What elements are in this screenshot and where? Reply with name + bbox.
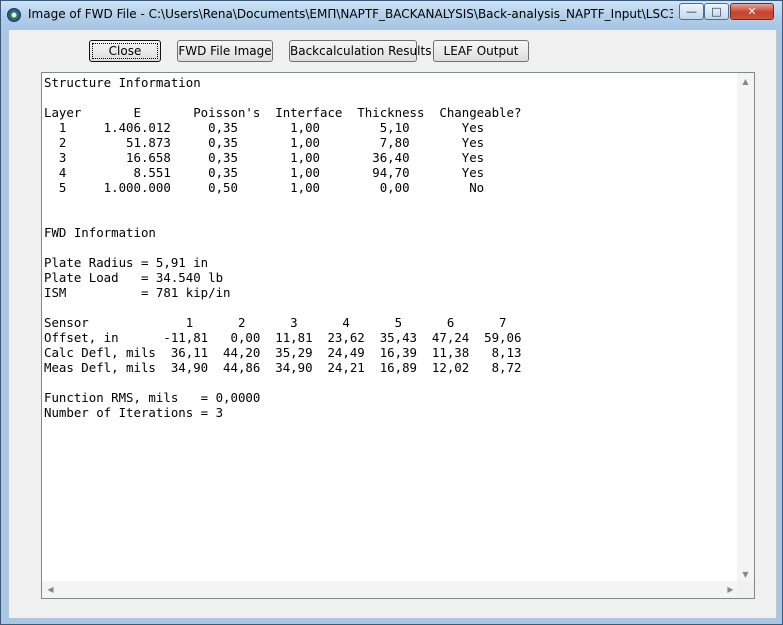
calc-defl-row: Calc Defl, mils 36,11 44,20 35,29 24,49 … (44, 345, 522, 360)
title-bar[interactable]: Image of FWD File - C:\Users\Rena\Docume… (1, 1, 782, 29)
scroll-up-icon[interactable]: ▲ (737, 77, 754, 86)
layer-header-row: Layer E Poisson's Interface Thickness Ch… (44, 105, 522, 120)
ism-line: ISM = 781 kip/in (44, 285, 231, 300)
layer-row: 2 51.873 0,35 1,00 7,80 Yes (44, 135, 485, 150)
meas-defl-row: Meas Defl, mils 34,90 44,86 34,90 24,21 … (44, 360, 522, 375)
backcalculation-results-button[interactable]: Backcalculation Results (289, 40, 431, 62)
scroll-left-icon[interactable]: ◀ (42, 585, 59, 594)
app-icon (7, 8, 21, 22)
sensor-row: Sensor 1 2 3 4 5 6 7 (44, 315, 507, 330)
fwd-heading: FWD Information (44, 225, 156, 240)
vertical-scrollbar[interactable]: ▲ ▼ (737, 73, 754, 583)
report-text-area[interactable]: Structure Information Layer E Poisson's … (41, 72, 755, 599)
fwd-image-window: Image of FWD File - C:\Users\Rena\Docume… (0, 0, 783, 625)
layer-row: 5 1.000.000 0,50 1,00 0,00 No (44, 180, 485, 195)
maximize-button[interactable]: □ (704, 3, 729, 20)
horizontal-scrollbar[interactable]: ◀ ▶ (42, 581, 739, 598)
structure-heading: Structure Information (44, 75, 201, 90)
close-button[interactable]: Close (89, 40, 161, 62)
window-bottom-frame (1, 618, 782, 624)
fwd-file-image-button[interactable]: FWD File Image (177, 40, 273, 62)
plate-load-line: Plate Load = 34.540 lb (44, 270, 224, 285)
window-close-button[interactable]: ✕ (730, 3, 774, 20)
client-area: Close FWD File Image Backcalculation Res… (8, 30, 777, 619)
plate-radius-line: Plate Radius = 5,91 in (44, 255, 209, 270)
scrollbar-corner (737, 581, 754, 598)
layer-row: 4 8.551 0,35 1,00 94,70 Yes (44, 165, 485, 180)
report-content: Structure Information Layer E Poisson's … (44, 75, 521, 420)
iterations-line: Number of Iterations = 3 (44, 405, 224, 420)
scroll-down-icon[interactable]: ▼ (737, 570, 754, 579)
offset-row: Offset, in -11,81 0,00 11,81 23,62 35,43… (44, 330, 522, 345)
leaf-output-button[interactable]: LEAF Output (433, 40, 529, 62)
layer-row: 3 16.658 0,35 1,00 36,40 Yes (44, 150, 485, 165)
layer-row: 1 1.406.012 0,35 1,00 5,10 Yes (44, 120, 485, 135)
minimize-button[interactable]: — (679, 3, 704, 20)
function-rms-line: Function RMS, mils = 0,0000 (44, 390, 261, 405)
window-title: Image of FWD File - C:\Users\Rena\Docume… (28, 7, 673, 21)
